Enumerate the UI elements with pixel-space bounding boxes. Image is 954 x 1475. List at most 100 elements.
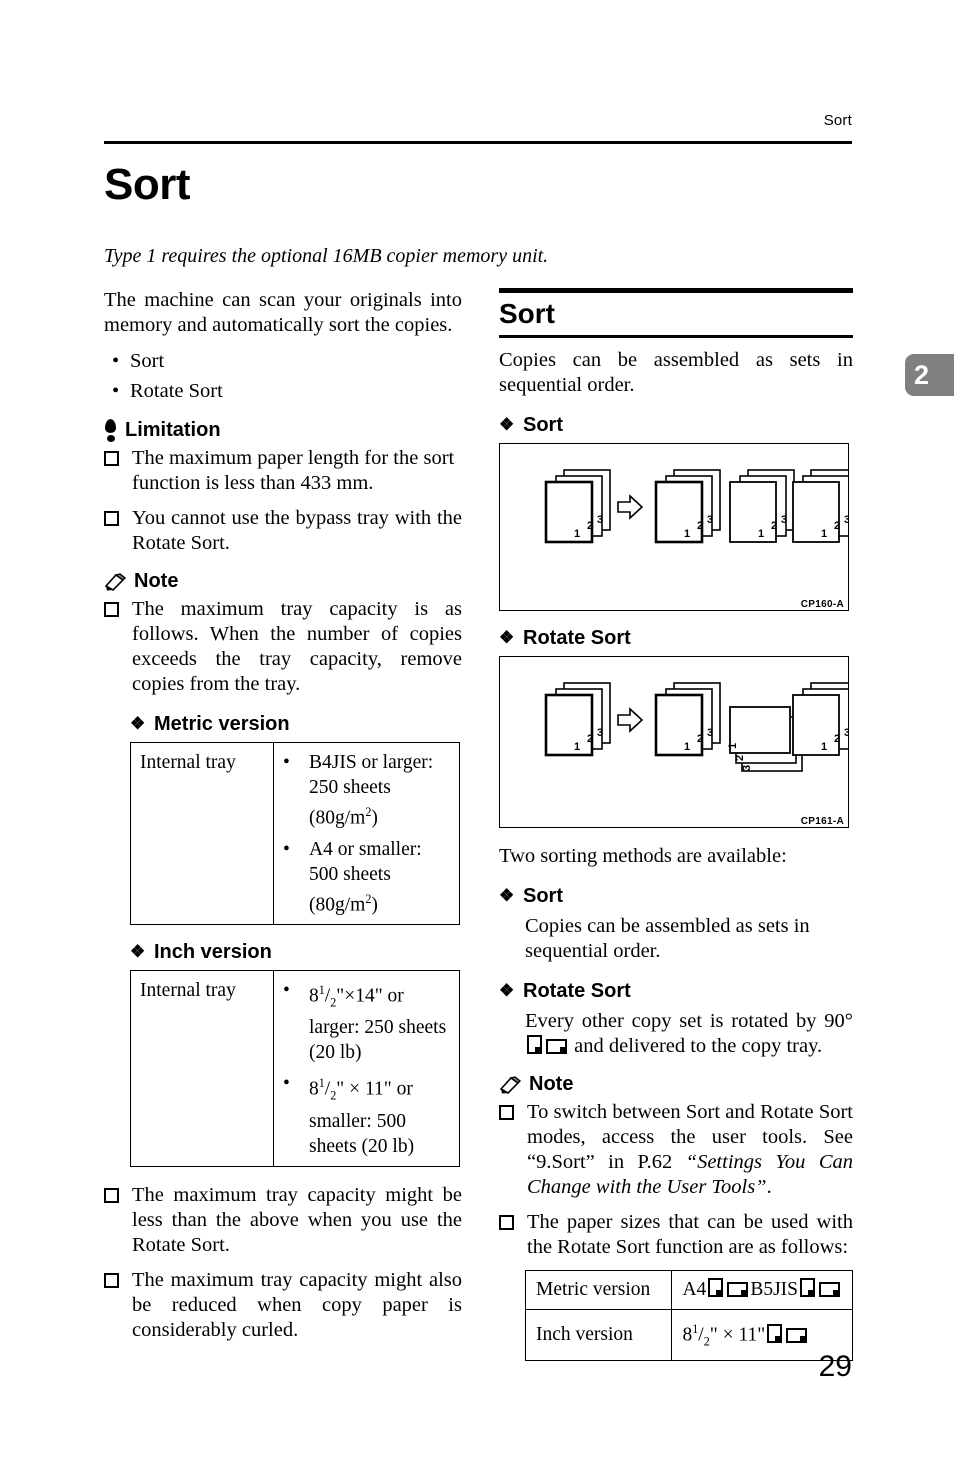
limitation-heading: Limitation xyxy=(104,419,462,442)
figure-sort-heading: ❖ Sort xyxy=(499,414,853,437)
table-cell-label: Metric version xyxy=(524,1270,673,1310)
svg-text:3: 3 xyxy=(741,765,753,771)
figure-caption: CP161-A xyxy=(800,816,844,827)
svg-text:1: 1 xyxy=(821,741,827,753)
diamond-icon: ❖ xyxy=(499,981,515,1000)
note-pencil-icon xyxy=(499,1075,521,1094)
figure-rotate-sort-label: Rotate Sort xyxy=(523,627,631,649)
paper-portrait-icon xyxy=(708,1278,724,1297)
header-rule xyxy=(104,141,852,144)
diamond-icon: ❖ xyxy=(130,942,146,961)
inch-capacity-table: Internal tray • 81/2"×14" or larger: 250… xyxy=(130,970,460,1167)
method-rotate-sort-label: Rotate Sort xyxy=(523,980,631,1002)
note-pencil-icon xyxy=(104,572,126,591)
left-column: The machine can scan your originals into… xyxy=(104,288,462,1353)
list-item: • 81/2" × 11" or smaller: 500 sheets (20… xyxy=(283,1071,450,1158)
page-number: 29 xyxy=(818,1350,852,1383)
diamond-icon: ❖ xyxy=(499,628,515,647)
note-heading: Note xyxy=(499,1073,853,1096)
svg-text:1: 1 xyxy=(821,528,827,540)
diamond-icon: ❖ xyxy=(130,714,146,733)
svg-text:1: 1 xyxy=(574,528,580,540)
svg-text:2: 2 xyxy=(771,520,777,532)
svg-text:3: 3 xyxy=(597,727,603,739)
figure-caption: CP160-A xyxy=(800,599,844,610)
svg-text:3: 3 xyxy=(707,514,713,526)
inch-version-heading: ❖ Inch version xyxy=(130,941,462,964)
note-heading-label: Note xyxy=(529,1073,574,1095)
section-heading-block: Sort xyxy=(499,288,853,338)
bullet-dot: • xyxy=(112,350,120,372)
chapter-tab: 2 xyxy=(905,354,954,396)
paper-landscape-icon xyxy=(546,1039,567,1054)
rotate-sort-diagram: 3 2 1 3 2 1 1 2 3 3 2 1 xyxy=(544,682,858,772)
square-bullet-icon xyxy=(499,1210,527,1235)
square-bullet-icon xyxy=(499,1100,527,1125)
svg-text:3: 3 xyxy=(597,514,603,526)
bullet-dot: • xyxy=(283,752,290,773)
svg-text:1: 1 xyxy=(574,741,580,753)
feature-bullet-list: • Sort • Rotate Sort xyxy=(104,348,462,405)
metric-capacity-table: Internal tray • B4JIS or larger: 250 she… xyxy=(130,742,460,925)
running-header: Sort xyxy=(823,112,852,129)
method-rotate-sort-heading: ❖ Rotate Sort xyxy=(499,980,853,1003)
note-text-period: . xyxy=(766,1176,772,1198)
table-row: Metric version A4 B5JIS xyxy=(524,1270,853,1310)
paper-landscape-icon xyxy=(727,1282,749,1297)
diamond-icon: ❖ xyxy=(499,886,515,905)
method-sort-label: Sort xyxy=(523,885,563,907)
square-bullet-icon xyxy=(104,506,132,531)
svg-text:1: 1 xyxy=(684,528,690,540)
note-list: To switch between Sort and Rotate Sort m… xyxy=(499,1100,853,1260)
paper-portrait-icon xyxy=(767,1323,783,1343)
rotate-sort-sizes-table: Metric version A4 B5JIS Inch version 81/2… xyxy=(524,1270,853,1362)
square-bullet-icon xyxy=(104,446,132,471)
table-cell-values: • 81/2"×14" or larger: 250 sheets (20 lb… xyxy=(273,970,460,1167)
list-item-text: B4JIS or larger: 250 sheets (80g/m2) xyxy=(309,752,434,829)
limitation-heading-label: Limitation xyxy=(125,419,221,441)
svg-text:3: 3 xyxy=(781,514,787,526)
svg-text:1: 1 xyxy=(758,528,764,540)
metric-version-label: Metric version xyxy=(154,713,290,735)
list-item: The maximum paper length for the sort fu… xyxy=(104,446,462,496)
list-item: The paper sizes that can be used with th… xyxy=(499,1210,853,1260)
square-bullet-icon xyxy=(104,597,132,622)
note-list: The maximum tray capacity is as follows.… xyxy=(104,597,462,697)
table-cell-values: • B4JIS or larger: 250 sheets (80g/m2) •… xyxy=(273,742,460,925)
svg-text:3: 3 xyxy=(707,727,713,739)
bullet-dot: • xyxy=(283,838,290,860)
trailing-note-list: The maximum tray capacity might be less … xyxy=(104,1183,462,1343)
list-item: You cannot use the bypass tray with the … xyxy=(104,506,462,556)
paper-landscape-icon xyxy=(819,1282,840,1297)
lead-note: Type 1 requires the optional 16MB copier… xyxy=(104,245,549,267)
table-cell-value: A4 B5JIS xyxy=(671,1270,853,1310)
diamond-icon: ❖ xyxy=(499,415,515,434)
list-item-text: 81/2" × 11" or smaller: 500 sheets (20 l… xyxy=(309,1076,415,1157)
svg-text:3: 3 xyxy=(844,514,848,526)
note-heading: Note xyxy=(104,570,462,593)
table-cell-label: Internal tray xyxy=(130,742,274,925)
figure-sort-label: Sort xyxy=(523,414,563,436)
sort-diagram: 3 2 1 3 2 1 3 2 1 3 2 1 xyxy=(544,469,858,544)
list-item-text: The maximum tray capacity is as follows.… xyxy=(132,598,462,695)
list-item: • B4JIS or larger: 250 sheets (80g/m2) xyxy=(283,750,450,831)
svg-text:1: 1 xyxy=(727,743,739,749)
bullet-dot: • xyxy=(112,380,120,402)
square-bullet-icon xyxy=(104,1268,132,1293)
methods-intro: Two sorting methods are available: xyxy=(499,845,787,867)
method-sort-body: Copies can be assembled as sets in seque… xyxy=(525,915,810,962)
svg-text:2: 2 xyxy=(734,755,746,761)
bullet-dot: • xyxy=(283,1073,290,1095)
table-row: Internal tray • B4JIS or larger: 250 she… xyxy=(130,742,460,925)
table-row: Internal tray • 81/2"×14" or larger: 250… xyxy=(130,970,460,1167)
method-rotate-sort-body: Every other copy set is rotated by 90° a… xyxy=(525,1009,853,1059)
list-item-text: To switch between Sort and Rotate Sort m… xyxy=(527,1100,853,1200)
list-item: • Sort xyxy=(104,348,462,375)
list-item-text: You cannot use the bypass tray with the … xyxy=(132,507,462,554)
method-rotate-sort-body-pre: Every other copy set is rotated by 90° xyxy=(525,1010,853,1032)
limitation-list: The maximum paper length for the sort fu… xyxy=(104,446,462,556)
paper-portrait-icon xyxy=(527,1035,542,1054)
svg-text:2: 2 xyxy=(587,733,593,745)
limitation-icon xyxy=(104,419,117,442)
svg-text:3: 3 xyxy=(844,727,848,739)
